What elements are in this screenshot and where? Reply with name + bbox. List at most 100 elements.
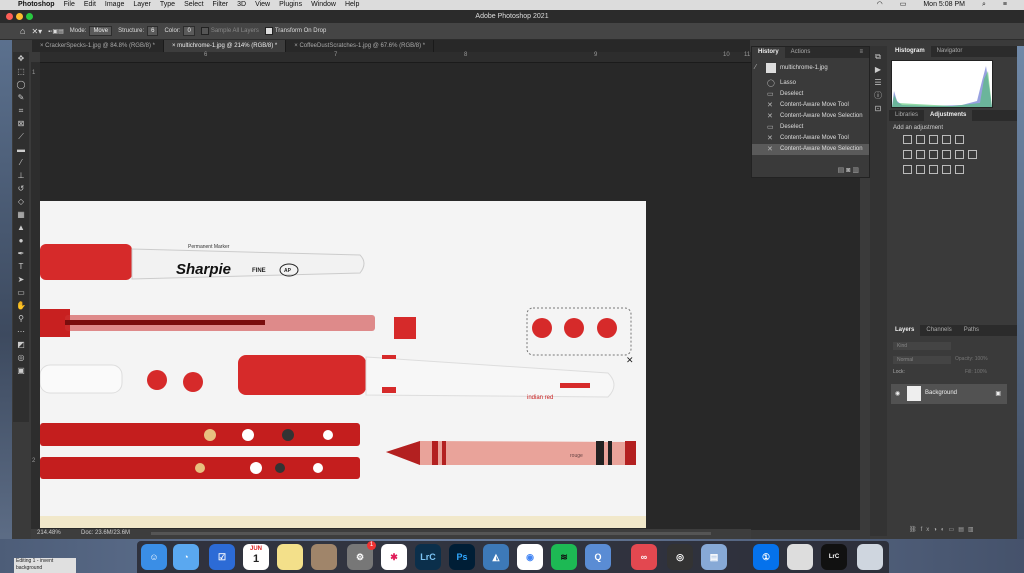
obs-icon[interactable]: ◎ — [667, 544, 693, 570]
brush-tool-icon[interactable]: ⁄ — [13, 156, 29, 169]
eraser-tool-icon[interactable]: ◇ — [13, 195, 29, 208]
menu-view[interactable]: View — [255, 0, 270, 10]
blur-tool-icon[interactable]: ▲ — [13, 221, 29, 234]
menu-select[interactable]: Select — [184, 0, 203, 10]
messages-icon[interactable]: ◔ — [173, 544, 199, 570]
more-tools-icon[interactable]: ⋯ — [13, 325, 29, 338]
selection-mode-icons[interactable]: ▪▫▣▤ — [48, 28, 64, 35]
layer-row-background[interactable]: ◉ Background ▣ — [891, 384, 1007, 404]
history-item[interactable]: ✕ Content-Aware Move Tool — [752, 133, 869, 144]
mode-select[interactable]: Move — [89, 26, 113, 36]
menu-filter[interactable]: Filter — [213, 0, 229, 10]
blend-mode-select[interactable]: Normal — [893, 356, 951, 364]
panel-menu-icon[interactable]: ≡ — [853, 47, 869, 58]
tab-actions[interactable]: Actions — [785, 47, 817, 58]
eye-icon[interactable]: ◉ — [895, 390, 900, 397]
content-aware-move-tool-icon[interactable]: ✕▾ — [31, 27, 42, 36]
menu-type[interactable]: Type — [160, 0, 175, 10]
marquee-tool-icon[interactable]: ⬚ — [13, 65, 29, 78]
history-brush-icon[interactable]: ↺ — [13, 182, 29, 195]
tab-paths[interactable]: Paths — [958, 325, 985, 336]
healing-brush-icon[interactable]: ▬ — [13, 143, 29, 156]
shape-tool-icon[interactable]: ▭ — [13, 286, 29, 299]
zoom-tool-icon[interactable]: ⚲ — [13, 312, 29, 325]
control-center-icon[interactable]: ≡ — [1003, 0, 1007, 10]
color-balance-icon[interactable] — [916, 150, 925, 159]
tab-coffee-dust[interactable]: × CoffeeDustScratches-1.jpg @ 67.6% (RGB… — [286, 40, 435, 52]
channel-mixer-icon[interactable] — [955, 150, 964, 159]
vibrance-icon[interactable] — [955, 135, 964, 144]
close-window-button[interactable] — [6, 13, 13, 20]
gradient-tool-icon[interactable]: ▦ — [13, 208, 29, 221]
quicktime-icon[interactable]: Q — [585, 544, 611, 570]
sample-all-layers-checkbox[interactable] — [200, 27, 209, 35]
tab-libraries[interactable]: Libraries — [889, 110, 924, 121]
move-tool-icon[interactable]: ✥ — [13, 52, 29, 65]
wifi-icon[interactable]: ◠ — [877, 0, 883, 10]
eyedropper-tool-icon[interactable]: ⟋ — [13, 130, 29, 143]
menu-app-name[interactable]: Photoshop — [18, 0, 55, 10]
menu-edit[interactable]: Edit — [84, 0, 96, 10]
minimize-window-button[interactable] — [16, 13, 23, 20]
creative-cloud-icon[interactable]: ∞ — [631, 544, 657, 570]
history-item[interactable]: ◯ Lasso — [752, 78, 869, 89]
home-icon[interactable]: ⌂ — [20, 26, 25, 36]
color-select[interactable]: 0 — [183, 26, 195, 36]
trash-icon[interactable] — [857, 544, 883, 570]
window-thumbnail[interactable] — [787, 544, 813, 570]
horizontal-scrollbar[interactable] — [151, 532, 711, 535]
tab-multichrome[interactable]: × multichrome-1.jpg @ 214% (RGB/8) * — [163, 40, 287, 52]
menu-plugins[interactable]: Plugins — [279, 0, 302, 10]
tab-adjustments[interactable]: Adjustments — [924, 110, 973, 121]
tab-navigator[interactable]: Navigator — [931, 46, 969, 57]
network-icon[interactable]: ◭ — [483, 544, 509, 570]
dodge-tool-icon[interactable]: ● — [13, 234, 29, 247]
history-item[interactable]: ▭ Deselect — [752, 89, 869, 100]
threshold-icon[interactable] — [929, 165, 938, 174]
slack-icon[interactable]: ✱ — [381, 544, 407, 570]
black-white-icon[interactable] — [929, 150, 938, 159]
tab-cracker-specks[interactable]: × CrackerSpecks-1.jpg @ 84.8% (RGB/8) * — [32, 40, 164, 52]
lightroom-window-thumbnail[interactable]: LrC — [821, 544, 847, 570]
invert-icon[interactable] — [903, 165, 912, 174]
history-item-selected[interactable]: ✕ Content-Aware Move Selection — [752, 144, 869, 155]
photoshop-icon[interactable]: Ps — [449, 544, 475, 570]
path-select-tool-icon[interactable]: ➤ — [13, 273, 29, 286]
preview-icon[interactable]: ▤ — [701, 544, 727, 570]
posterize-icon[interactable] — [916, 165, 925, 174]
fill-value[interactable]: 100% — [974, 369, 987, 375]
menu-window[interactable]: Window — [311, 0, 336, 10]
chrome-icon[interactable]: ◉ — [517, 544, 543, 570]
search-icon[interactable]: ⌕ — [982, 0, 986, 10]
history-panel-icon[interactable]: ⧉ — [870, 50, 886, 63]
layer-footer-icons[interactable]: ⛓fx◑◐▭▤▥ — [909, 526, 978, 533]
trash-icon[interactable]: ▥ — [852, 167, 859, 174]
info-panel-icon[interactable]: ⓘ — [870, 89, 886, 102]
document-canvas[interactable]: Permanent Marker Sharpie FINE AP ✕ india… — [40, 201, 646, 528]
1password-icon[interactable]: ① — [753, 544, 779, 570]
new-document-icon[interactable]: ▤ — [838, 167, 845, 174]
contacts-icon[interactable] — [311, 544, 337, 570]
menu-file[interactable]: File — [64, 0, 75, 10]
transform-on-drop-checkbox[interactable] — [264, 27, 273, 35]
menu-image[interactable]: Image — [105, 0, 124, 10]
color-lookup-icon[interactable] — [968, 150, 977, 159]
horizontal-ruler[interactable]: 6 7 8 9 10 11 — [40, 52, 751, 63]
vertical-ruler[interactable]: 1 2 — [31, 62, 40, 530]
levels-icon[interactable] — [916, 135, 925, 144]
glyphs-panel-icon[interactable]: ⊡ — [870, 102, 886, 115]
menu-3d[interactable]: 3D — [237, 0, 246, 10]
curves-icon[interactable] — [929, 135, 938, 144]
color-swatches-icon[interactable]: ◩ — [13, 338, 29, 351]
actions-panel-icon[interactable]: ▶ — [870, 63, 886, 76]
spotify-icon[interactable]: ≋ — [551, 544, 577, 570]
type-tool-icon[interactable]: T — [13, 260, 29, 273]
clone-stamp-icon[interactable]: ⊥ — [13, 169, 29, 182]
battery-icon[interactable]: ▭ — [900, 0, 907, 10]
brightness-icon[interactable] — [903, 135, 912, 144]
camera-icon[interactable]: ◙ — [846, 167, 850, 174]
tab-layers[interactable]: Layers — [889, 325, 921, 336]
history-item[interactable]: ✕ Content-Aware Move Selection — [752, 111, 869, 122]
zoom-level[interactable]: 214.48% — [37, 530, 61, 536]
pen-tool-icon[interactable]: ✒ — [13, 247, 29, 260]
